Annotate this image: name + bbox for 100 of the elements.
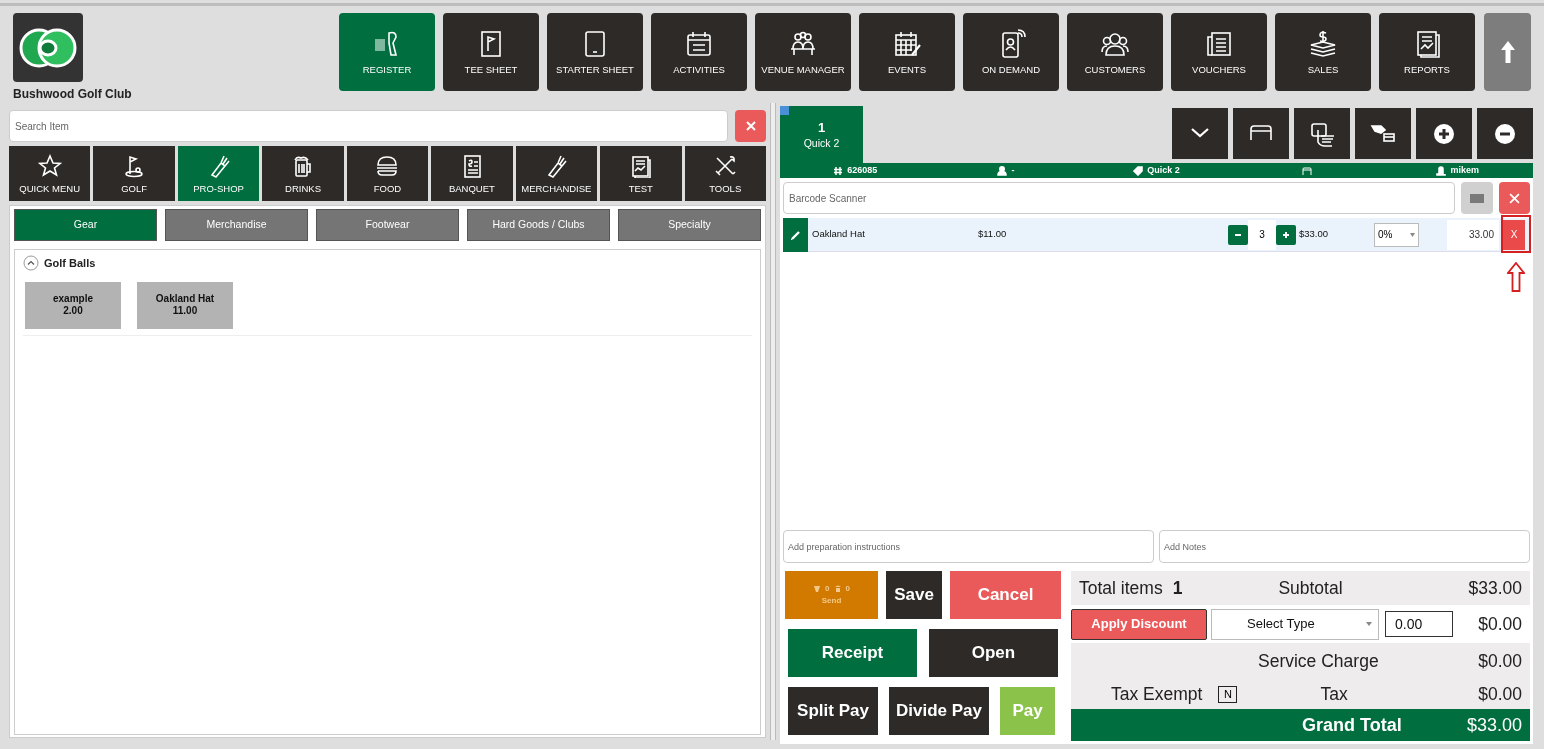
category-tab[interactable]: PRO-SHOP <box>177 146 260 201</box>
item-name: Oakland Hat <box>811 227 866 242</box>
total-items-label: Total items <box>1079 576 1163 600</box>
nav-button[interactable]: VENUE MANAGER <box>755 13 851 91</box>
caret-icon <box>1410 232 1415 237</box>
nav-button[interactable]: ON DEMAND <box>963 13 1059 91</box>
action-button[interactable]: Receipt <box>788 629 917 677</box>
nav-button[interactable]: SALES <box>1275 13 1371 91</box>
toolbar-button[interactable] <box>1294 108 1350 159</box>
tools-icon <box>713 153 738 178</box>
close-icon <box>745 121 756 131</box>
send-label: Send <box>821 595 842 607</box>
order-info-text: Quick 2 <box>1147 163 1180 177</box>
grand-total-label: Grand Total <box>1302 713 1402 737</box>
category-tab[interactable]: GOLF <box>93 146 175 201</box>
up-arrow-icon <box>1507 262 1525 292</box>
action-button[interactable]: Open <box>929 629 1058 677</box>
remove-line-button[interactable]: X <box>1503 219 1525 250</box>
nav-button[interactable]: ACTIVITIES <box>651 13 747 91</box>
preparation-field[interactable]: Add preparation instructions <box>783 530 1154 563</box>
up-arrow-icon <box>1500 41 1515 63</box>
close-icon <box>1509 192 1520 204</box>
subcategory-tab[interactable]: Specialty <box>618 209 761 241</box>
product-tile[interactable]: Oakland Hat 11.00 <box>137 281 233 329</box>
pencil-icon <box>789 228 802 241</box>
category-tab[interactable]: TEST <box>600 146 682 201</box>
caret-icon <box>1366 622 1372 626</box>
nav-button[interactable]: REPORTS <box>1379 13 1475 91</box>
order-tab[interactable]: 1 Quick 2 <box>780 106 863 163</box>
barcode-field[interactable]: Barcode Scanner <box>783 182 1455 214</box>
subtotal-label: Subtotal <box>1278 576 1343 600</box>
collapse-icon[interactable] <box>23 255 39 272</box>
tax-label: Tax <box>1320 682 1348 706</box>
nav-button[interactable]: CUSTOMERS <box>1067 13 1163 91</box>
send-count: 0 <box>845 583 850 595</box>
tax-value: $0.00 <box>1478 682 1522 706</box>
clear-search-button[interactable] <box>735 110 766 142</box>
category-tab[interactable]: QUICK MENU <box>9 146 91 201</box>
total-items-count: 1 <box>1172 576 1183 600</box>
nav-button[interactable]: STARTER SHEET <box>547 13 643 91</box>
product-tile[interactable]: example 2.00 <box>25 281 121 329</box>
subcategory-tab[interactable]: Gear <box>14 209 157 241</box>
plus-icon <box>1281 229 1291 240</box>
item-price: $11.00 <box>978 227 1008 242</box>
money-icon <box>1308 29 1338 60</box>
toolbar-button[interactable] <box>1233 108 1289 159</box>
logo-icon <box>13 13 83 82</box>
discount-amount: $0.00 <box>1478 612 1522 636</box>
decrease-button[interactable] <box>1228 224 1248 245</box>
grand-total-value: $33.00 <box>1466 713 1522 737</box>
order-info-text: - <box>1011 163 1015 177</box>
nav-button[interactable]: VOUCHERS <box>1171 13 1267 91</box>
user-icon <box>997 165 1008 176</box>
increase-button[interactable] <box>1276 224 1296 245</box>
star-icon <box>37 153 62 178</box>
nav-button[interactable]: REGISTER <box>339 13 435 91</box>
nav-button[interactable]: EVENTS <box>859 13 955 91</box>
clear-barcode-button[interactable] <box>1499 182 1530 214</box>
line-total: $33.00 <box>1298 227 1330 242</box>
toolbar-button[interactable] <box>1355 108 1411 159</box>
category-tab[interactable]: MERCHANDISE <box>515 146 598 201</box>
category-tab[interactable]: BANQUET <box>431 146 513 201</box>
burger-icon <box>375 153 400 178</box>
category-tab[interactable]: TOOLS <box>684 146 766 201</box>
subcategory-tab[interactable]: Footwear <box>316 209 459 241</box>
nav-button[interactable]: TEE SHEET <box>443 13 539 91</box>
drink-icon <box>813 585 822 593</box>
discount-dropdown[interactable]: 0% <box>1374 222 1419 247</box>
chef-icon <box>833 585 842 593</box>
service-charge-label: Service Charge <box>1258 649 1379 673</box>
quantity-field[interactable]: 3 <box>1248 219 1276 250</box>
tax-exempt-toggle[interactable]: N <box>1218 685 1238 703</box>
hash-icon <box>833 165 844 176</box>
toolbar-button[interactable] <box>1477 108 1533 159</box>
send-count: 0 <box>825 583 830 595</box>
service-charge-value: $0.00 <box>1478 649 1522 673</box>
subcategory-tab[interactable]: Merchandise <box>165 209 308 241</box>
subtotal-value: $33.00 <box>1468 576 1522 600</box>
discount-type-dropdown[interactable]: Select Type <box>1211 608 1379 640</box>
tag-icon <box>1133 165 1144 176</box>
collapse-button[interactable] <box>1484 13 1531 91</box>
edit-line-button[interactable] <box>783 217 808 252</box>
amount-field[interactable]: 33.00 <box>1447 219 1499 250</box>
barcode-button[interactable] <box>1461 182 1493 214</box>
action-button[interactable]: Divide Pay <box>889 687 989 735</box>
toolbar-button[interactable] <box>1416 108 1472 159</box>
action-button[interactable]: Save <box>886 571 942 619</box>
subcategory-tab[interactable]: Hard Goods / Clubs <box>467 209 610 241</box>
search-field[interactable]: Search Item <box>9 110 728 142</box>
table-icon <box>1302 165 1313 176</box>
action-button[interactable]: Split Pay <box>788 687 878 735</box>
discount-value-field[interactable]: 0.00 <box>1385 611 1453 637</box>
category-tab[interactable]: DRINKS <box>262 146 344 201</box>
group-title: Golf Balls <box>44 256 96 271</box>
club-name: Bushwood Golf Club <box>13 86 133 103</box>
category-tab[interactable]: FOOD <box>346 146 429 201</box>
tab-marker <box>780 106 789 115</box>
order-info-text: mikem <box>1450 163 1479 177</box>
notes-field[interactable]: Add Notes <box>1159 530 1530 563</box>
order-info-text: 626085 <box>847 163 878 177</box>
